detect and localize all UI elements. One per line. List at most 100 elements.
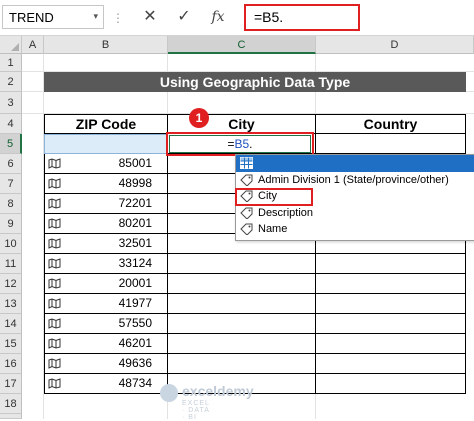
formula-ref: B5	[234, 137, 250, 151]
callout-badge-1: 1	[189, 108, 209, 128]
row-header-4[interactable]: 4	[0, 114, 22, 134]
table-row: 49636	[44, 354, 466, 374]
list-item-label: Admin Division 1 (State/province/other)	[258, 173, 449, 186]
name-box[interactable]: TREND ▾	[2, 5, 104, 29]
table-row: 33124	[44, 254, 466, 274]
country-cell[interactable]	[315, 374, 466, 394]
name-box-value: TREND	[9, 10, 54, 25]
map-icon	[48, 318, 61, 329]
table-row: 57550	[44, 314, 466, 334]
list-item-label: Name	[258, 223, 288, 235]
zip-value: 20001	[118, 276, 152, 290]
city-cell[interactable]	[167, 334, 316, 354]
active-cell-c5[interactable]: =B5.	[169, 135, 311, 153]
column-header-b[interactable]: B	[44, 36, 168, 54]
map-icon	[48, 378, 61, 389]
tag-icon	[240, 223, 253, 235]
referenced-cell-highlight	[44, 134, 168, 154]
city-cell[interactable]	[167, 314, 316, 334]
map-icon	[48, 338, 61, 349]
row-header-19[interactable]	[0, 414, 22, 419]
header-country[interactable]: Country	[315, 114, 466, 134]
list-item-admin-division[interactable]: Admin Division 1 (State/province/other)	[236, 172, 474, 189]
formula-input[interactable]: =B5.	[244, 4, 360, 31]
column-header-c[interactable]: C	[168, 36, 316, 54]
zip-value: 41977	[118, 296, 152, 310]
country-cell[interactable]	[315, 134, 466, 154]
zip-value: 57550	[118, 316, 152, 330]
table-row: 20001	[44, 274, 466, 294]
zip-cell[interactable]: 57550	[44, 314, 168, 334]
zip-cell[interactable]: 48734	[44, 374, 168, 394]
zip-cell[interactable]: 48998	[44, 174, 168, 194]
zip-cell[interactable]: 33124	[44, 254, 168, 274]
city-cell[interactable]	[167, 354, 316, 374]
list-item-table[interactable]	[236, 155, 474, 172]
row-header-12[interactable]: 12	[0, 274, 22, 294]
name-box-dropdown-icon[interactable]: ▾	[93, 11, 98, 22]
map-icon	[48, 278, 61, 289]
insert-function-icon[interactable]: fx	[206, 6, 230, 28]
map-icon	[48, 198, 61, 209]
row-header-13[interactable]: 13	[0, 294, 22, 314]
country-cell[interactable]	[315, 294, 466, 314]
row-header-17[interactable]: 17	[0, 374, 22, 394]
zip-cell[interactable]: 80201	[44, 214, 168, 234]
row-header-16[interactable]: 16	[0, 354, 22, 374]
zip-cell[interactable]: 85001	[44, 154, 168, 174]
row-header-6[interactable]: 6	[0, 154, 22, 174]
country-cell[interactable]	[315, 274, 466, 294]
city-cell[interactable]	[167, 294, 316, 314]
zip-value: 72201	[118, 196, 152, 210]
map-icon	[48, 258, 61, 269]
header-zip-code[interactable]: ZIP Code	[44, 114, 168, 134]
cancel-icon[interactable]: ✕	[138, 6, 162, 28]
city-cell[interactable]	[167, 274, 316, 294]
tag-icon	[240, 174, 253, 186]
row-header-11[interactable]: 11	[0, 254, 22, 274]
column-header-a[interactable]: A	[22, 36, 44, 54]
country-cell[interactable]	[315, 334, 466, 354]
watermark-name: exceldemy	[182, 383, 254, 399]
zip-cell[interactable]: 41977	[44, 294, 168, 314]
table-icon	[240, 157, 253, 169]
column-header-d[interactable]: D	[316, 36, 474, 54]
zip-cell[interactable]: 20001	[44, 274, 168, 294]
zip-cell[interactable]: 46201	[44, 334, 168, 354]
zip-value: 85001	[118, 156, 152, 170]
zip-value: 33124	[118, 256, 152, 270]
list-item-description[interactable]: Description	[236, 205, 474, 222]
sheet-title[interactable]: Using Geographic Data Type	[44, 72, 466, 92]
row-header-1[interactable]: 1	[0, 54, 22, 72]
formula-bar-grip-icon: ⋮	[112, 11, 124, 25]
zip-cell[interactable]: 32501	[44, 234, 168, 254]
row-header-5[interactable]: 5	[0, 134, 22, 154]
formula-suffix: .	[249, 137, 253, 151]
zip-cell[interactable]: 72201	[44, 194, 168, 214]
watermark-tagline: EXCEL · DATA · BI	[182, 400, 210, 421]
country-cell[interactable]	[315, 354, 466, 374]
country-cell[interactable]	[315, 314, 466, 334]
enter-icon[interactable]: ✓	[172, 6, 196, 28]
table-row: 48734	[44, 374, 466, 394]
row-header-7[interactable]: 7	[0, 174, 22, 194]
zip-value: 46201	[118, 336, 152, 350]
row-header-14[interactable]: 14	[0, 314, 22, 334]
zip-value: 32501	[118, 236, 152, 250]
row-header-10[interactable]: 10	[0, 234, 22, 254]
map-icon	[48, 238, 61, 249]
row-header-3[interactable]: 3	[0, 92, 22, 114]
country-cell[interactable]	[315, 254, 466, 274]
list-item-name[interactable]: Name	[236, 221, 474, 238]
zip-value: 48998	[118, 176, 152, 190]
map-icon	[48, 178, 61, 189]
row-header-18[interactable]: 18	[0, 394, 22, 414]
row-header-15[interactable]: 15	[0, 334, 22, 354]
zip-cell[interactable]: 49636	[44, 354, 168, 374]
select-all-corner[interactable]	[0, 36, 22, 54]
city-cell[interactable]	[167, 254, 316, 274]
row-header-2[interactable]: 2	[0, 72, 22, 92]
row-header-9[interactable]: 9	[0, 214, 22, 234]
row-header-8[interactable]: 8	[0, 194, 22, 214]
exceldemy-logo-icon	[160, 384, 178, 402]
